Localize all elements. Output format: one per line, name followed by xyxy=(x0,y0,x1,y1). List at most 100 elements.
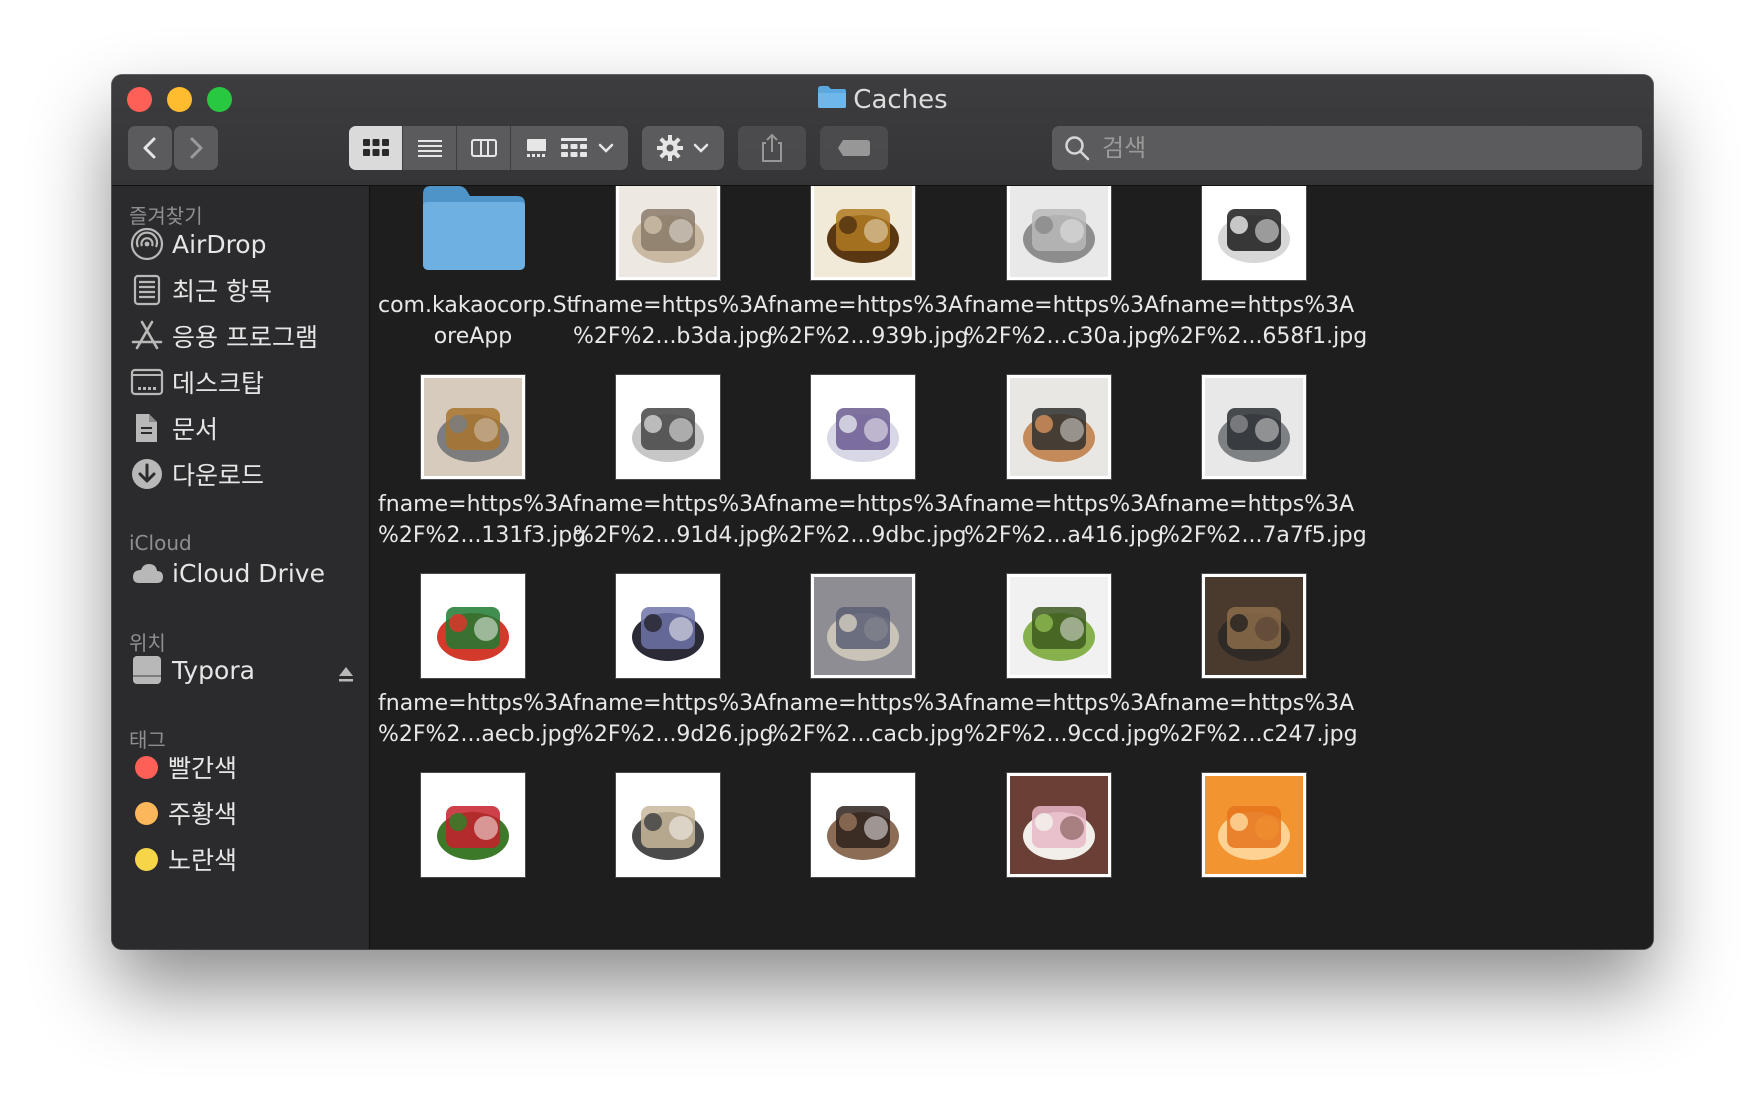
file-name: fname=https%3A %2F%2...aecb.jpg xyxy=(378,691,576,747)
file-name: fname=https%3A %2F%2...939b.jpg xyxy=(768,293,969,349)
image-thumbnail xyxy=(421,375,525,479)
image-thumbnail xyxy=(616,773,720,877)
sidebar-item-label: 최근 항목 xyxy=(172,277,272,306)
file-name: fname=https%3A %2F%2...9dbc.jpg xyxy=(768,492,967,548)
group-by-button[interactable] xyxy=(546,126,628,170)
image-thumbnail xyxy=(1202,186,1306,280)
sidebar-item-recents[interactable]: 최근 항목 xyxy=(130,270,272,310)
desktop-icon xyxy=(130,365,164,399)
window-title: Caches xyxy=(112,83,1653,118)
image-thumbnail xyxy=(811,773,915,877)
image-thumbnail xyxy=(1007,186,1111,280)
file-name: fname=https%3A %2F%2...658f1.jpg xyxy=(1159,293,1368,349)
folder-icon xyxy=(817,84,847,118)
sidebar: 즐겨찾기 AirDrop 최근 항목 응용 프로그램 데스크탑 문서 다운로드 … xyxy=(112,186,370,949)
sidebar-item-label: 다운로드 xyxy=(172,461,265,490)
sidebar-item-label: 노란색 xyxy=(168,846,238,875)
file-name: fname=https%3A %2F%2...9ccd.jpg xyxy=(964,691,1161,747)
image-thumbnail xyxy=(1202,375,1306,479)
image-thumbnail xyxy=(1202,574,1306,678)
image-thumbnail xyxy=(421,773,525,877)
downloads-icon xyxy=(130,457,164,491)
file-name: fname=https%3A %2F%2...91d4.jpg xyxy=(573,492,774,548)
share-icon xyxy=(762,133,782,162)
chevron-down-icon xyxy=(598,143,614,153)
file-name: fname=https%3A %2F%2...a416.jpg xyxy=(964,492,1164,548)
column-view-button[interactable] xyxy=(457,126,511,170)
image-thumbnail xyxy=(1007,375,1111,479)
image-thumbnail xyxy=(811,186,915,280)
sidebar-item-label: 응용 프로그램 xyxy=(172,323,318,352)
list-view-button[interactable] xyxy=(403,126,457,170)
file-name: fname=https%3A %2F%2...c247.jpg xyxy=(1159,691,1358,747)
yellow-tag-dot xyxy=(135,847,158,871)
file-grid: com.kakaocorp.St oreApp fname=https%3A %2… xyxy=(370,186,1653,949)
icon-view-button[interactable] xyxy=(349,126,403,170)
sidebar-item-downloads[interactable]: 다운로드 xyxy=(130,454,264,494)
image-thumbnail xyxy=(811,375,915,479)
group-grid-icon xyxy=(561,138,587,157)
sidebar-item-desktop[interactable]: 데스크탑 xyxy=(130,362,264,402)
image-thumbnail xyxy=(616,375,720,479)
list-icon xyxy=(417,140,442,157)
action-button[interactable] xyxy=(642,126,724,170)
forward-button[interactable] xyxy=(174,126,218,170)
tag-icon xyxy=(838,140,870,156)
image-thumbnail xyxy=(1007,574,1111,678)
grid-icon xyxy=(362,139,389,156)
file-name: fname=https%3A %2F%2...9d26.jpg xyxy=(573,691,774,747)
file-name: com.kakaocorp.St oreApp xyxy=(378,293,576,349)
airdrop-icon xyxy=(130,227,164,261)
tag-button[interactable] xyxy=(820,126,888,170)
view-mode-control xyxy=(349,126,565,170)
chevron-down-icon xyxy=(693,143,709,153)
folder-icon xyxy=(421,186,527,276)
sidebar-item-icloud-drive[interactable]: iCloud Drive xyxy=(130,553,325,593)
sidebar-item-documents[interactable]: 문서 xyxy=(130,408,218,448)
cloud-icon xyxy=(130,556,164,590)
disk-icon xyxy=(130,653,164,687)
sidebar-item-label: 문서 xyxy=(172,415,219,444)
image-thumbnail xyxy=(421,574,525,678)
sidebar-item-label: 빨간색 xyxy=(168,754,238,783)
sidebar-item-label: Typora xyxy=(172,655,255,685)
columns-icon xyxy=(470,139,497,157)
sidebar-item-label: 주황색 xyxy=(168,800,238,829)
file-name: fname=https%3A %2F%2...131f3.jpg xyxy=(378,492,587,548)
image-thumbnail xyxy=(811,574,915,678)
icloud-header: iCloud xyxy=(129,531,192,555)
search-input[interactable] xyxy=(1100,133,1624,163)
file-name: fname=https%3A %2F%2...c30a.jpg xyxy=(964,293,1163,349)
sidebar-item-tag-red[interactable]: 빨간색 xyxy=(130,747,237,787)
sidebar-item-tag-yellow[interactable]: 노란색 xyxy=(130,839,237,879)
file-name: fname=https%3A %2F%2...b3da.jpg xyxy=(573,293,773,349)
eject-icon[interactable] xyxy=(337,660,355,689)
image-thumbnail xyxy=(1007,773,1111,877)
file-name: fname=https%3A %2F%2...cacb.jpg xyxy=(768,691,965,747)
search-icon xyxy=(1065,136,1090,161)
gear-icon xyxy=(657,135,683,161)
share-button[interactable] xyxy=(738,126,806,170)
sidebar-item-applications[interactable]: 응용 프로그램 xyxy=(130,316,318,356)
finder-window: Caches 검색 즐겨찾기 AirDrop 최근 항목 응용 프로그램 데스크… xyxy=(112,75,1653,949)
chevron-right-icon xyxy=(190,137,203,159)
documents-icon xyxy=(130,411,164,445)
sidebar-item-label: 데스크탑 xyxy=(172,369,265,398)
sidebar-item-airdrop[interactable]: AirDrop xyxy=(130,224,266,264)
window-title-text: Caches xyxy=(853,85,948,115)
sidebar-item-label: AirDrop xyxy=(172,229,267,259)
sidebar-item-label: iCloud Drive xyxy=(172,558,325,588)
recents-icon xyxy=(130,273,164,307)
applications-icon xyxy=(130,319,164,353)
search-field[interactable] xyxy=(1052,126,1642,170)
back-button[interactable] xyxy=(128,126,172,170)
sidebar-item-tag-orange[interactable]: 주황색 xyxy=(130,793,237,833)
titlebar: Caches xyxy=(112,75,1653,186)
image-thumbnail xyxy=(1202,773,1306,877)
chevron-left-icon xyxy=(143,137,156,159)
red-tag-dot xyxy=(135,755,158,779)
image-thumbnail xyxy=(616,186,720,280)
sidebar-item-typora[interactable]: Typora xyxy=(130,650,355,690)
orange-tag-dot xyxy=(135,801,158,825)
file-name: fname=https%3A %2F%2...7a7f5.jpg xyxy=(1159,492,1367,548)
